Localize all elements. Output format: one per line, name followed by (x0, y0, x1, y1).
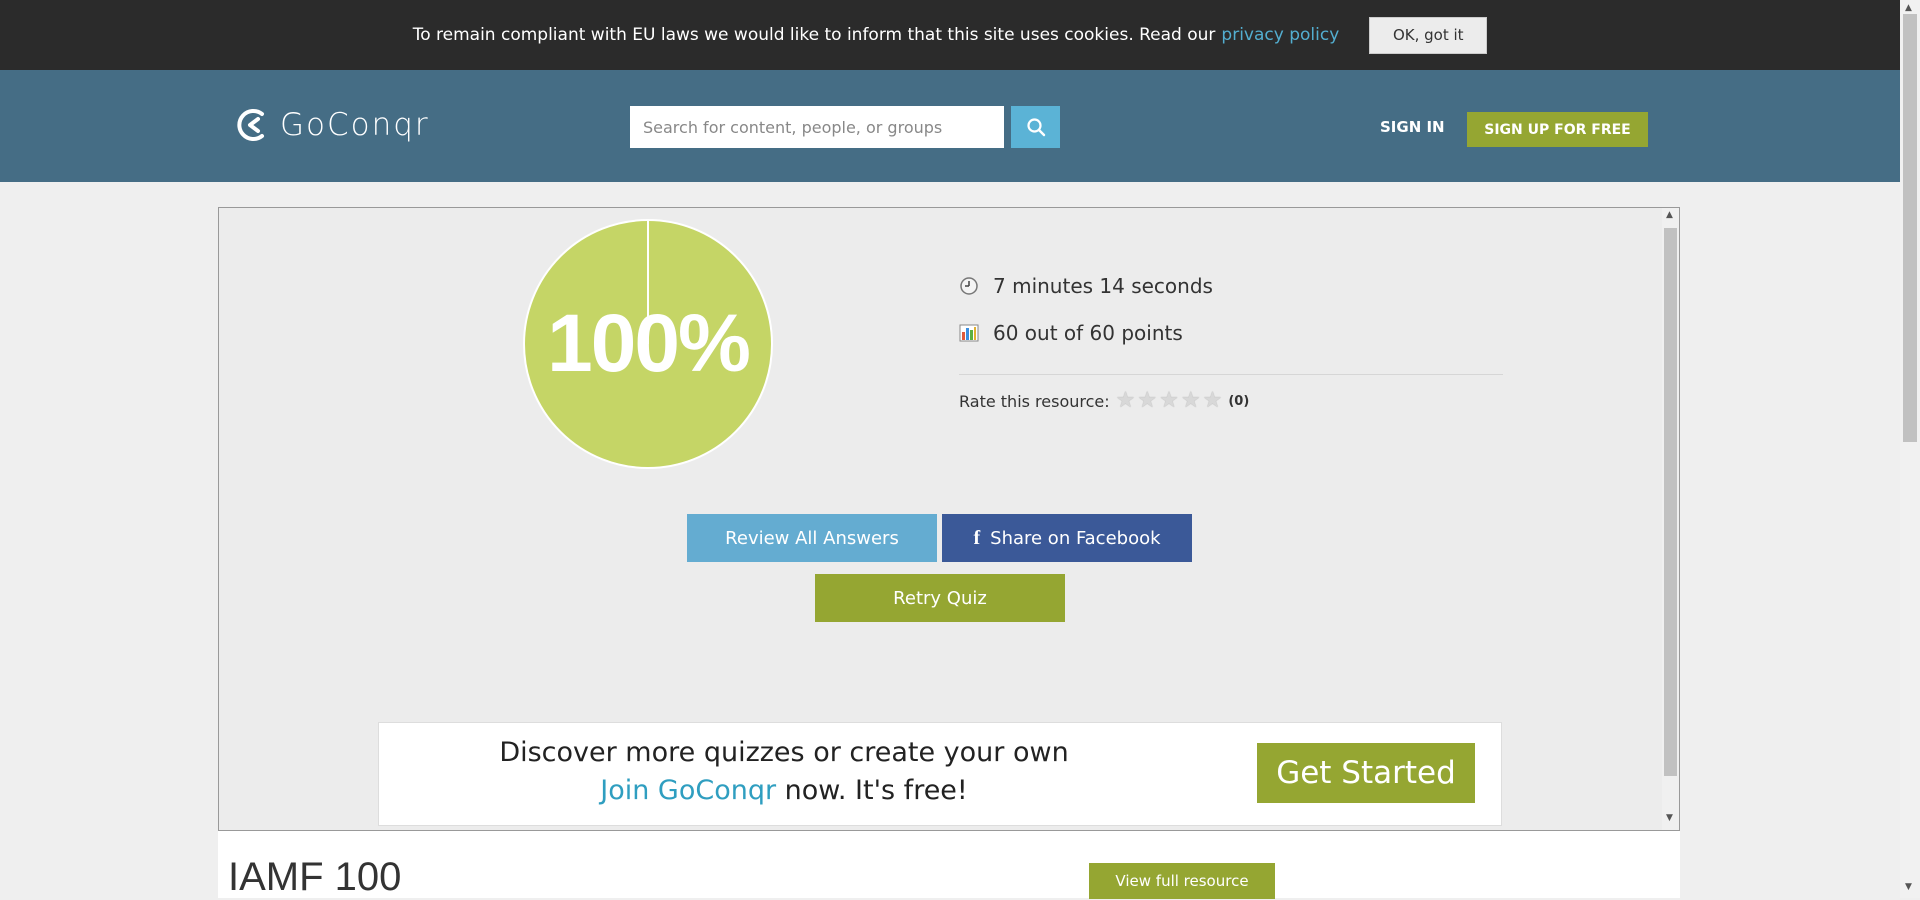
frame-scrollbar[interactable]: ▲ ▼ (1662, 208, 1679, 830)
frame-scrollbar-thumb[interactable] (1664, 228, 1677, 776)
join-link[interactable]: Join GoConqr (600, 775, 776, 806)
content-area (218, 831, 1680, 898)
frame-scroll-up-icon[interactable]: ▲ (1666, 210, 1673, 220)
sign-in-link[interactable]: SIGN IN (1380, 118, 1445, 136)
rating: Rate this resource: ★ ★ ★ ★ ★ (0) (959, 390, 1249, 412)
frame-scroll-down-icon[interactable]: ▼ (1666, 813, 1673, 823)
view-full-resource-button[interactable]: View full resource (1089, 863, 1275, 899)
points-stat: 60 out of 60 points (959, 321, 1183, 345)
promo-line1: Discover more quizzes or create your own (499, 737, 1069, 768)
promo-line2: Join GoConqr now. It's free! (379, 775, 1189, 806)
clock-icon (960, 277, 978, 295)
points-value: 60 out of 60 points (993, 321, 1183, 345)
search-input[interactable] (630, 106, 1004, 148)
sign-up-button[interactable]: SIGN UP FOR FREE (1467, 112, 1648, 147)
scroll-up-arrow-icon[interactable]: ▲ (1905, 3, 1912, 13)
facebook-icon: f (973, 526, 981, 549)
cookie-accept-button[interactable]: OK, got it (1369, 16, 1488, 54)
page-scrollbar[interactable]: ▲ ▼ (1900, 0, 1920, 898)
cookie-message: To remain compliant with EU laws we woul… (412, 25, 1340, 45)
rating-stars[interactable]: ★ ★ ★ ★ ★ (1116, 390, 1225, 412)
site-header: GoConqr SIGN IN SIGN UP FOR FREE (0, 70, 1900, 182)
star-icon[interactable]: ★ (1203, 390, 1223, 412)
search-button[interactable] (1011, 106, 1060, 148)
promo-line2-rest: now. It's free! (776, 775, 968, 806)
score-percentage: 100% (547, 298, 751, 389)
scroll-down-arrow-icon[interactable]: ▼ (1905, 882, 1912, 892)
privacy-policy-link[interactable]: privacy policy (1221, 25, 1339, 45)
page-scrollbar-thumb[interactable] (1903, 14, 1917, 442)
retry-quiz-button[interactable]: Retry Quiz (815, 574, 1065, 622)
share-facebook-label: Share on Facebook (990, 527, 1161, 549)
review-answers-button[interactable]: Review All Answers (687, 514, 937, 562)
time-stat: 7 minutes 14 seconds (959, 274, 1213, 298)
share-facebook-button[interactable]: f Share on Facebook (942, 514, 1192, 562)
logo[interactable]: GoConqr (236, 106, 430, 144)
promo-banner: Discover more quizzes or create your own… (378, 722, 1502, 826)
quiz-result-frame: 100% 7 minutes 14 seconds 60 out of 60 p… (218, 207, 1680, 831)
star-icon[interactable]: ★ (1181, 390, 1201, 412)
time-value: 7 minutes 14 seconds (993, 274, 1213, 298)
goconqr-logo-icon (237, 109, 264, 141)
rate-label: Rate this resource: (959, 391, 1110, 411)
logo-text: GoConqr (280, 107, 430, 143)
page-title: IAMF 100 (228, 855, 402, 899)
cookie-banner: To remain compliant with EU laws we woul… (0, 0, 1900, 70)
stats-divider (959, 374, 1503, 375)
search-icon (1026, 118, 1045, 137)
star-icon[interactable]: ★ (1137, 390, 1157, 412)
star-icon[interactable]: ★ (1159, 390, 1179, 412)
star-icon[interactable]: ★ (1116, 390, 1136, 412)
bar-chart-icon (959, 324, 979, 342)
get-started-button[interactable]: Get Started (1257, 743, 1475, 803)
rating-count: (0) (1228, 393, 1250, 409)
